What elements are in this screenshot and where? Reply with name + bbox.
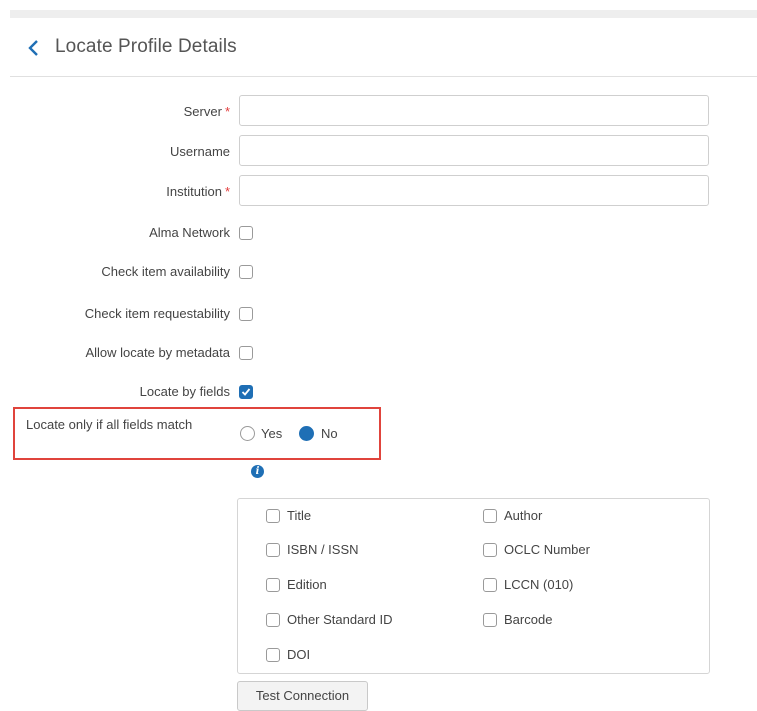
match-all-label: Locate only if all fields match (26, 417, 193, 432)
info-icon[interactable]: i (251, 465, 264, 478)
field-checkbox-lccn[interactable] (483, 578, 497, 592)
field-checkbox-edition[interactable] (266, 578, 280, 592)
page-title: Locate Profile Details (55, 36, 237, 57)
institution-input[interactable] (239, 175, 709, 206)
allow-metadata-checkbox[interactable] (239, 346, 253, 360)
username-input[interactable] (239, 135, 709, 166)
server-input[interactable] (239, 95, 709, 126)
radio-yes[interactable] (240, 426, 255, 441)
server-label-text: Server (183, 104, 222, 119)
test-connection-button[interactable]: Test Connection (237, 681, 368, 711)
check-availability-checkbox[interactable] (239, 265, 253, 279)
alma-network-label: Alma Network (149, 225, 230, 240)
field-label-edition: Edition (287, 577, 327, 592)
check-availability-label: Check item availability (101, 264, 230, 279)
check-requestability-checkbox[interactable] (239, 307, 253, 321)
field-checkbox-doi[interactable] (266, 648, 280, 662)
field-label-doi: DOI (287, 647, 311, 662)
field-checkbox-barcode[interactable] (483, 613, 497, 627)
check-requestability-label: Check item requestability (84, 306, 230, 321)
radio-no-label: No (321, 426, 338, 441)
field-checkbox-isbn[interactable] (266, 543, 280, 557)
username-label: Username (170, 144, 230, 159)
checkmark-icon (241, 388, 251, 396)
radio-yes-label: Yes (261, 426, 283, 441)
top-strip (10, 10, 757, 18)
field-checkbox-title[interactable] (266, 509, 280, 523)
field-checkbox-oclc[interactable] (483, 543, 497, 557)
field-label-author: Author (504, 508, 543, 523)
allow-metadata-label: Allow locate by metadata (85, 345, 230, 360)
field-label-lccn: LCCN (010) (504, 577, 574, 592)
locate-by-fields-checkbox[interactable] (239, 385, 253, 399)
field-label-isbn: ISBN / ISSN (287, 542, 359, 557)
institution-label: Institution * (166, 184, 230, 199)
field-label-other-id: Other Standard ID (287, 612, 393, 627)
required-mark: * (224, 104, 230, 119)
username-label-text: Username (170, 144, 230, 159)
alma-network-checkbox[interactable] (239, 226, 253, 240)
field-checkbox-author[interactable] (483, 509, 497, 523)
page-header: Locate Profile Details (10, 28, 757, 77)
field-label-barcode: Barcode (504, 612, 553, 627)
required-mark: * (224, 184, 230, 199)
field-checkbox-other-id[interactable] (266, 613, 280, 627)
field-label-oclc: OCLC Number (504, 542, 590, 557)
locate-by-fields-label: Locate by fields (139, 384, 230, 399)
radio-no[interactable] (299, 426, 314, 441)
field-label-title: Title (287, 508, 312, 523)
institution-label-text: Institution (166, 184, 222, 199)
server-label: Server * (184, 104, 230, 119)
chevron-left-icon[interactable] (24, 38, 44, 58)
